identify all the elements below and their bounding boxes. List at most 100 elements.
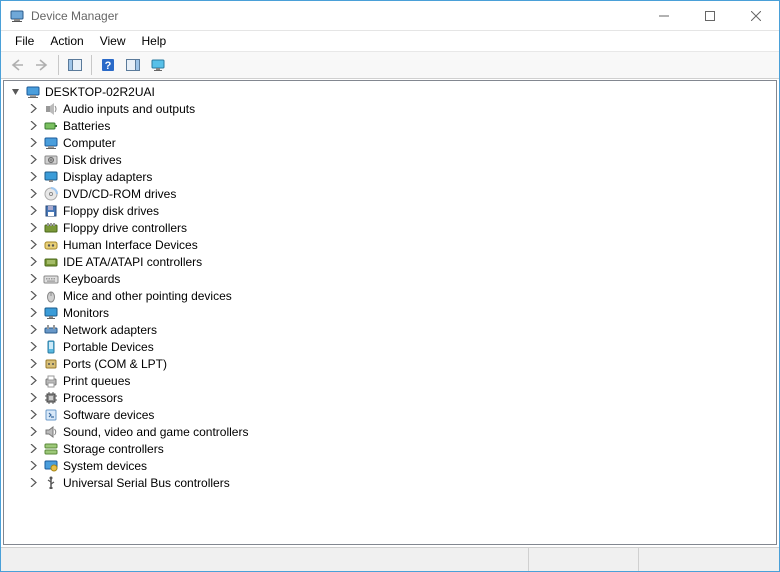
- printer-icon: [42, 373, 60, 389]
- tree-node-label: Floppy disk drives: [63, 204, 159, 218]
- expander-closed-icon[interactable]: [26, 374, 40, 388]
- menu-view[interactable]: View: [92, 32, 134, 50]
- keyboard-icon: [42, 271, 60, 287]
- expander-closed-icon[interactable]: [26, 170, 40, 184]
- svg-text:?: ?: [105, 60, 112, 72]
- tree-node-software[interactable]: Software devices: [4, 406, 776, 423]
- tree-node-label: Human Interface Devices: [63, 238, 198, 252]
- expander-closed-icon[interactable]: [26, 102, 40, 116]
- sound-icon: [42, 424, 60, 440]
- ide-icon: [42, 254, 60, 270]
- expander-closed-icon[interactable]: [26, 187, 40, 201]
- expander-closed-icon[interactable]: [26, 408, 40, 422]
- tree-node-label: Keyboards: [63, 272, 120, 286]
- tree-node-speaker[interactable]: Audio inputs and outputs: [4, 100, 776, 117]
- toolbar-forward-button[interactable]: [30, 54, 54, 76]
- tree-node-usb[interactable]: Universal Serial Bus controllers: [4, 474, 776, 491]
- tree-node-dvd[interactable]: DVD/CD-ROM drives: [4, 185, 776, 202]
- tree-node-controller[interactable]: Floppy drive controllers: [4, 219, 776, 236]
- tree-node-port[interactable]: Ports (COM & LPT): [4, 355, 776, 372]
- tree-node-label: IDE ATA/ATAPI controllers: [63, 255, 202, 269]
- expander-closed-icon[interactable]: [26, 459, 40, 473]
- usb-icon: [42, 475, 60, 491]
- system-icon: [42, 458, 60, 474]
- toolbar-back-button[interactable]: [5, 54, 29, 76]
- tree-node-display[interactable]: Display adapters: [4, 168, 776, 185]
- toolbar-console-tree-button[interactable]: [63, 54, 87, 76]
- toolbar-separator: [58, 55, 59, 75]
- device-tree: DESKTOP-02R2UAI Audio inputs and outputsB…: [4, 81, 776, 497]
- tree-node-computer[interactable]: Computer: [4, 134, 776, 151]
- menu-file[interactable]: File: [7, 32, 42, 50]
- tree-node-label: Software devices: [63, 408, 154, 422]
- toolbar-monitor-button[interactable]: [146, 54, 170, 76]
- action-pane-icon: [125, 57, 141, 73]
- device-tree-panel[interactable]: DESKTOP-02R2UAI Audio inputs and outputsB…: [3, 80, 777, 545]
- port-icon: [42, 356, 60, 372]
- portable-icon: [42, 339, 60, 355]
- tree-node-portable[interactable]: Portable Devices: [4, 338, 776, 355]
- menu-bar: File Action View Help: [1, 31, 779, 51]
- tree-node-ide[interactable]: IDE ATA/ATAPI controllers: [4, 253, 776, 270]
- expander-closed-icon[interactable]: [26, 323, 40, 337]
- tree-node-hid[interactable]: Human Interface Devices: [4, 236, 776, 253]
- toolbar-help-button[interactable]: ?: [96, 54, 120, 76]
- mouse-icon: [42, 288, 60, 304]
- menu-action[interactable]: Action: [42, 32, 91, 50]
- expander-closed-icon[interactable]: [26, 238, 40, 252]
- expander-closed-icon[interactable]: [26, 357, 40, 371]
- status-bar: [1, 547, 779, 571]
- expander-closed-icon[interactable]: [26, 136, 40, 150]
- expander-closed-icon[interactable]: [26, 425, 40, 439]
- controller-icon: [42, 220, 60, 236]
- hid-icon: [42, 237, 60, 253]
- minimize-button[interactable]: [641, 1, 687, 31]
- expander-closed-icon[interactable]: [26, 340, 40, 354]
- network-icon: [42, 322, 60, 338]
- status-pane-left: [1, 548, 529, 571]
- expander-closed-icon[interactable]: [26, 221, 40, 235]
- tree-node-label: Disk drives: [63, 153, 122, 167]
- toolbar-action-pane-button[interactable]: [121, 54, 145, 76]
- tree-node-mouse[interactable]: Mice and other pointing devices: [4, 287, 776, 304]
- battery-icon: [42, 118, 60, 134]
- tree-node-label: Processors: [63, 391, 123, 405]
- computer-icon: [42, 135, 60, 151]
- expander-closed-icon[interactable]: [26, 442, 40, 456]
- expander-closed-icon[interactable]: [26, 153, 40, 167]
- menu-help[interactable]: Help: [134, 32, 175, 50]
- expander-closed-icon[interactable]: [26, 391, 40, 405]
- tree-node-sound[interactable]: Sound, video and game controllers: [4, 423, 776, 440]
- tree-node-label: Floppy drive controllers: [63, 221, 187, 235]
- tree-node-label: Audio inputs and outputs: [63, 102, 195, 116]
- expander-closed-icon[interactable]: [26, 289, 40, 303]
- expander-closed-icon[interactable]: [26, 272, 40, 286]
- tree-node-floppy[interactable]: Floppy disk drives: [4, 202, 776, 219]
- expander-closed-icon[interactable]: [26, 204, 40, 218]
- expander-open-icon[interactable]: [8, 85, 22, 99]
- expander-closed-icon[interactable]: [26, 476, 40, 490]
- tree-node-cpu[interactable]: Processors: [4, 389, 776, 406]
- tree-node-label: Storage controllers: [63, 442, 164, 456]
- monitor-icon: [150, 57, 166, 73]
- tree-node-battery[interactable]: Batteries: [4, 117, 776, 134]
- disk-icon: [42, 152, 60, 168]
- tree-node-printer[interactable]: Print queues: [4, 372, 776, 389]
- tree-node-disk[interactable]: Disk drives: [4, 151, 776, 168]
- tree-node-network[interactable]: Network adapters: [4, 321, 776, 338]
- tree-node-root[interactable]: DESKTOP-02R2UAI: [4, 83, 776, 100]
- tree-node-storage[interactable]: Storage controllers: [4, 440, 776, 457]
- tree-node-label: Print queues: [63, 374, 130, 388]
- expander-closed-icon[interactable]: [26, 255, 40, 269]
- tree-node-monitor[interactable]: Monitors: [4, 304, 776, 321]
- maximize-button[interactable]: [687, 1, 733, 31]
- arrow-left-icon: [9, 57, 25, 73]
- tree-node-label: Display adapters: [63, 170, 152, 184]
- tree-node-system[interactable]: System devices: [4, 457, 776, 474]
- expander-closed-icon[interactable]: [26, 119, 40, 133]
- title-bar: Device Manager: [1, 1, 779, 31]
- expander-closed-icon[interactable]: [26, 306, 40, 320]
- toolbar-separator: [91, 55, 92, 75]
- close-button[interactable]: [733, 1, 779, 31]
- tree-node-keyboard[interactable]: Keyboards: [4, 270, 776, 287]
